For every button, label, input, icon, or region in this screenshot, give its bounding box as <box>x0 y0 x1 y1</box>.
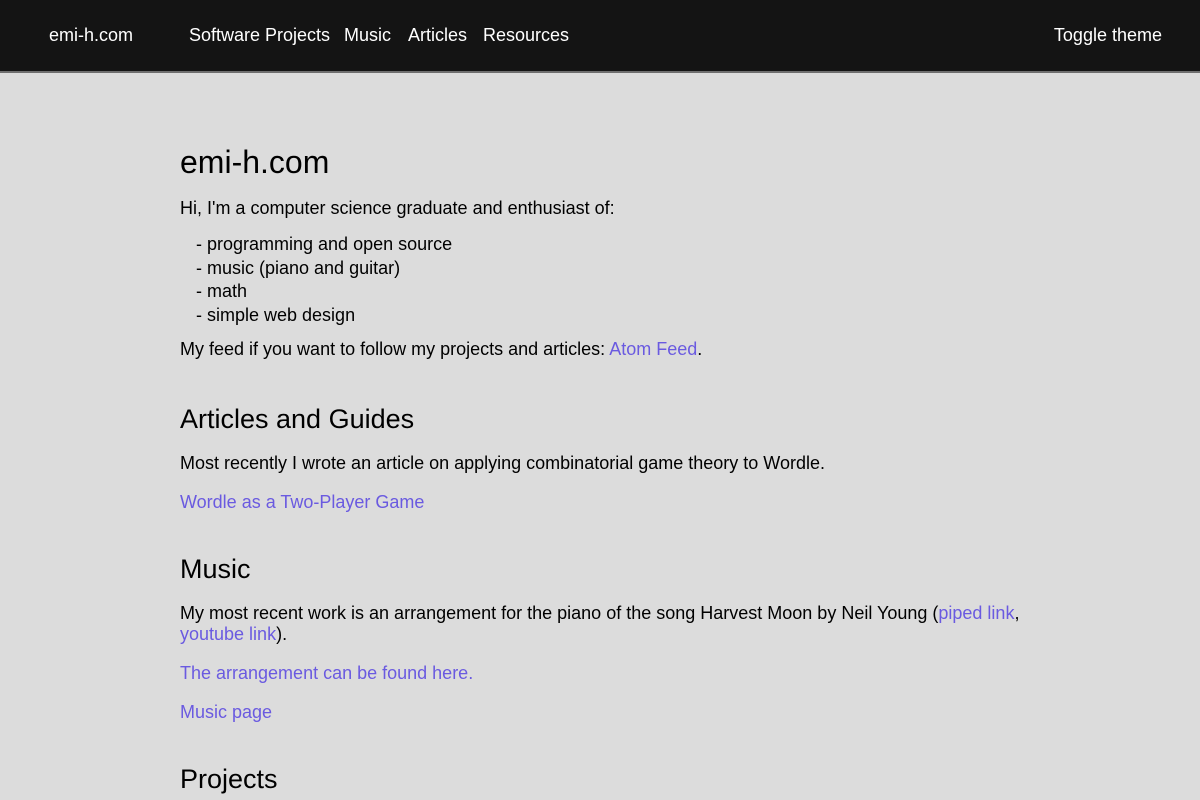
top-navbar: emi-h.com Software Projects Music Articl… <box>0 0 1200 73</box>
piped-link[interactable]: piped link <box>938 603 1014 623</box>
nav-software-projects[interactable]: Software Projects <box>189 24 330 46</box>
brand-link[interactable]: emi-h.com <box>49 24 133 46</box>
music-heading: Music <box>180 554 251 584</box>
main-content: emi-h.com Hi, I'm a computer science gra… <box>180 73 1020 795</box>
music-page-link[interactable]: Music page <box>180 702 1020 723</box>
music-comma: , <box>1014 603 1020 623</box>
feed-period: . <box>697 339 703 359</box>
toggle-theme-button[interactable]: Toggle theme <box>1054 24 1162 46</box>
arrangement-link[interactable]: The arrangement can be found here. <box>180 663 1020 684</box>
nav-music[interactable]: Music <box>344 24 391 46</box>
page-title: emi-h.com <box>180 144 330 180</box>
nav-articles[interactable]: Articles <box>408 24 467 46</box>
list-item: - simple web design <box>196 304 356 325</box>
list-item: - math <box>196 281 248 301</box>
feed-text: My feed if you want to follow my project… <box>180 339 610 359</box>
atom-feed-link[interactable]: Atom Feed <box>609 339 697 359</box>
youtube-link[interactable]: youtube link <box>180 624 276 644</box>
projects-heading: Projects <box>180 764 278 794</box>
wordle-article-link[interactable]: Wordle as a Two-Player Game <box>180 492 1020 513</box>
list-item: - programming and open source <box>196 234 453 254</box>
articles-heading: Articles and Guides <box>180 404 415 434</box>
intro-text: Hi, I'm a computer science graduate and … <box>180 198 615 218</box>
articles-text: Most recently I wrote an article on appl… <box>180 453 825 473</box>
music-text-end: ). <box>276 624 288 644</box>
music-text: My most recent work is an arrangement fo… <box>180 603 939 623</box>
music-paragraph: My most recent work is an arrangement fo… <box>180 603 1020 645</box>
list-item: - music (piano and guitar) <box>196 257 401 278</box>
interests-list: - programming and open source - music (p… <box>196 233 1020 327</box>
feed-paragraph: My feed if you want to follow my project… <box>180 339 1020 360</box>
nav-resources[interactable]: Resources <box>483 24 569 46</box>
